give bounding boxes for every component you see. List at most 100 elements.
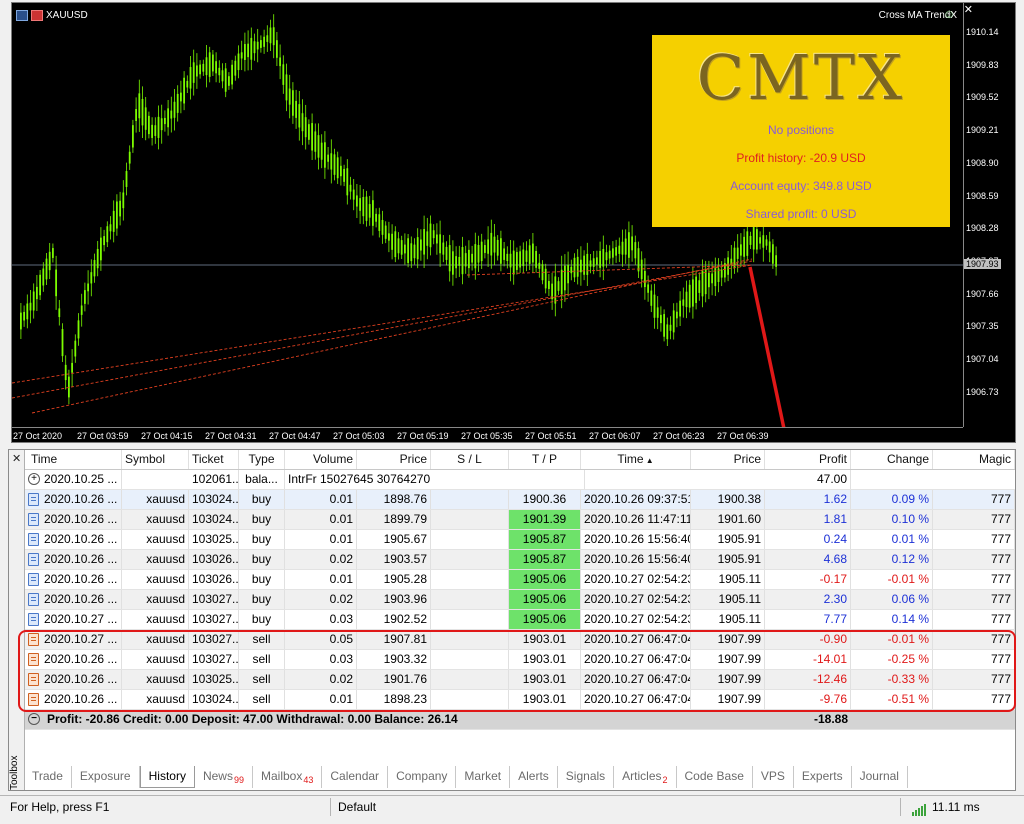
tab-company[interactable]: Company (388, 766, 457, 788)
column-header[interactable]: Time ▲ (581, 450, 691, 469)
tab-market[interactable]: Market (456, 766, 511, 788)
table-row[interactable]: 2020.10.26 ... xauusd 103025... buy 0.01 1905… (25, 530, 1015, 550)
column-header[interactable]: S / L (431, 450, 509, 469)
column-header[interactable]: T / P (509, 450, 581, 469)
column-header[interactable]: Profit (765, 450, 851, 469)
table-cell: 0.14 % (851, 610, 933, 629)
table-cell: 0.03 (285, 610, 357, 629)
table-cell: 0.02 (285, 550, 357, 569)
table-cell (431, 590, 509, 609)
table-cell: 103026... (189, 570, 239, 589)
tab-experts[interactable]: Experts (794, 766, 852, 788)
column-header[interactable]: Magic (933, 450, 1015, 469)
table-cell: 2020.10.27 06:47:04 (581, 690, 691, 709)
table-cell: -0.90 (765, 630, 851, 649)
table-row[interactable]: 2020.10.26 ... xauusd 103024... sell 0.01 189… (25, 690, 1015, 710)
table-row[interactable]: 2020.10.26 ... xauusd 103024... buy 0.01 1899… (25, 510, 1015, 530)
price-tick-label: 1907.04 (966, 354, 999, 364)
profit-history: Profit history: -20.9 USD (736, 151, 866, 165)
table-cell: buy (239, 490, 285, 509)
table-cell: 1903.01 (509, 630, 581, 649)
table-cell: 777 (933, 570, 1015, 589)
table-cell: 1898.23 (357, 690, 431, 709)
tab-vps[interactable]: VPS (753, 766, 794, 788)
table-header: Time Symbol Ticket Type Volume Price S / LT / … (25, 450, 1015, 470)
table-cell: sell (239, 670, 285, 689)
table-cell: buy (239, 570, 285, 589)
history-table: Time Symbol Ticket Type Volume Price S / LT / … (25, 450, 1015, 730)
cmtx-info-panel: CMTX No positions Profit history: -20.9 … (652, 35, 950, 227)
table-cell: 47.00 (765, 470, 851, 489)
time-tick-label: 27 Oct 04:15 (141, 431, 193, 441)
table-row[interactable]: 2020.10.26 ... xauusd 103026... buy 0.01 1905… (25, 570, 1015, 590)
time-tick-label: 27 Oct 03:59 (77, 431, 129, 441)
table-row[interactable]: 2020.10.26 ... xauusd 103027... sell 0.03 190… (25, 650, 1015, 670)
cmtx-logo: CMTX (696, 41, 906, 114)
table-cell: 1901.60 (691, 510, 765, 529)
table-row[interactable]: 2020.10.27 ... xauusd 103027... sell 0.05 190… (25, 630, 1015, 650)
table-cell: xauusd (122, 650, 189, 669)
tab-calendar[interactable]: Calendar (322, 766, 389, 788)
tab-signals[interactable]: Signals (558, 766, 615, 788)
table-cell: 1905.06 (509, 610, 581, 629)
balance-comment: IntrFr 15027645 30764270 (285, 470, 585, 489)
tab-journal[interactable]: Journal (852, 766, 908, 788)
column-header[interactable]: Price (357, 450, 431, 469)
tab-alerts[interactable]: Alerts (510, 766, 558, 788)
time-tick-label: 27 Oct 05:03 (333, 431, 385, 441)
summary-row: − Profit: -20.86 Credit: 0.00 Deposit: 47… (25, 710, 1015, 730)
table-cell (431, 490, 509, 509)
table-cell: 2020.10.26 ... (25, 690, 122, 709)
table-cell: 0.02 (285, 590, 357, 609)
price-axis: 1910.14 1909.83 1909.52 1909.21 1908.90 1908.… (963, 3, 1015, 427)
table-cell: 7.77 (765, 610, 851, 629)
column-header[interactable]: Price (691, 450, 765, 469)
table-cell: 1905.11 (691, 570, 765, 589)
column-header[interactable]: Time (25, 450, 122, 469)
chart-window[interactable]: XAUUSD Cross MA TrendX ☺ ✕ 1910.14 1909.8… (11, 2, 1016, 443)
tab-news[interactable]: News99 (195, 766, 253, 788)
table-row[interactable]: 2020.10.27 ... xauusd 103027... buy 0.03 1902… (25, 610, 1015, 630)
table-row-balance[interactable]: +2020.10.25 ... 102061... bala... IntrFr 15… (25, 470, 1015, 490)
toolbox-close-icon[interactable]: ✕ (12, 452, 21, 465)
table-cell (431, 650, 509, 669)
tab-code-base[interactable]: Code Base (677, 766, 753, 788)
profile-name: Default (338, 800, 377, 814)
column-header[interactable]: Change (851, 450, 933, 469)
table-cell: xauusd (122, 630, 189, 649)
tab-articles[interactable]: Articles2 (614, 766, 677, 788)
table-cell: 2020.10.26 ... (25, 490, 122, 509)
table-row[interactable]: 2020.10.26 ... xauusd 103027... buy 0.02 1903… (25, 590, 1015, 610)
column-header[interactable]: Ticket (189, 450, 239, 469)
tab-mailbox[interactable]: Mailbox43 (253, 766, 323, 788)
shared-profit: Shared profit: 0 USD (745, 207, 857, 221)
table-cell: 2020.10.26 ... (25, 550, 122, 569)
table-row[interactable]: 2020.10.26 ... xauusd 103026... buy 0.02 1903… (25, 550, 1015, 570)
tab-exposure[interactable]: Exposure (72, 766, 140, 788)
column-header-label: Time (617, 452, 644, 466)
tab-label: Code Base (684, 769, 744, 783)
table-cell: 1907.99 (691, 690, 765, 709)
trade-line (12, 260, 753, 399)
tab-label: Journal (859, 769, 899, 783)
collapse-icon[interactable]: − (28, 713, 40, 725)
table-cell: -9.76 (765, 690, 851, 709)
table-cell (431, 670, 509, 689)
table-row[interactable]: 2020.10.26 ... xauusd 103025... sell 0.02 190… (25, 670, 1015, 690)
time-tick-label: 27 Oct 04:47 (269, 431, 321, 441)
column-header[interactable]: Type (239, 450, 285, 469)
table-cell: 2020.10.26 ... (25, 530, 122, 549)
table-row[interactable]: 2020.10.26 ... xauusd 103024... buy 0.01 1898… (25, 490, 1015, 510)
tab-history[interactable]: History (139, 766, 195, 788)
tab-trade[interactable]: Trade (24, 766, 72, 788)
expert-advisor-icon[interactable]: ☺ (943, 7, 959, 23)
table-cell: buy (239, 610, 285, 629)
column-header[interactable]: Volume (285, 450, 357, 469)
status-divider (900, 798, 901, 816)
status-bar: For Help, press F1 Default 11.11 ms (0, 795, 1024, 817)
status-divider (330, 798, 331, 816)
table-cell: 1905.11 (691, 590, 765, 609)
column-header[interactable]: Symbol (122, 450, 189, 469)
table-cell: 777 (933, 630, 1015, 649)
toolbox-panel: ✕ Toolbox Time Symbol Ticket Type Volume Pric… (8, 449, 1016, 791)
